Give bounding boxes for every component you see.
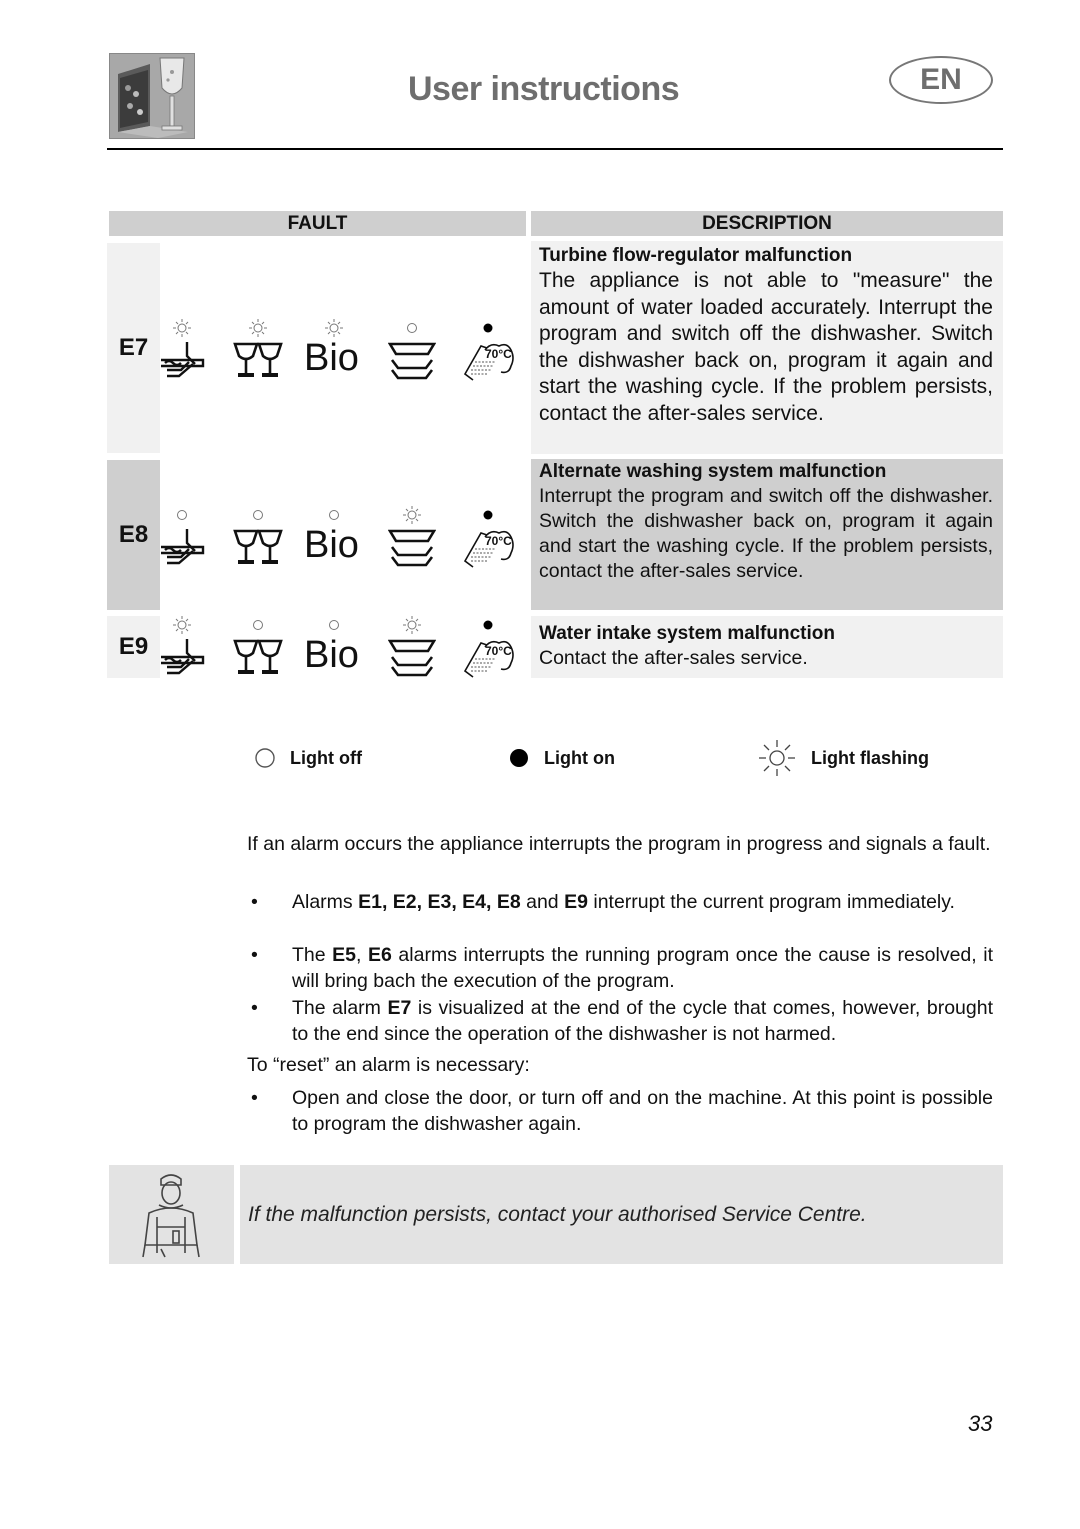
plates-symbol [387, 637, 437, 682]
sun-rays-icon [759, 740, 795, 776]
svg-text:70°C: 70°C [485, 347, 512, 361]
bullet-text: The alarm E7 is visualized at the end of… [292, 997, 993, 1045]
panel-icons-e8: Bio 70°C [160, 505, 528, 585]
light-flashing-icon [249, 319, 267, 337]
legend-label: Light flashing [811, 747, 929, 768]
alarm-bullet-1: • Alarms E1, E2, E3, E4, E8 and E9 inter… [247, 890, 993, 916]
fault-description-e9: Water intake system malfunction Contact … [531, 616, 1003, 678]
light-flashing-icon [403, 616, 421, 634]
bullet-text: The E5, E6 alarms interrupts the running… [292, 944, 993, 992]
light-on-icon [483, 510, 493, 520]
description-column-header: DESCRIPTION [531, 211, 1003, 236]
indicator-lamp [172, 615, 192, 635]
indicator-lamp [172, 505, 192, 525]
light-off-icon [407, 323, 417, 333]
indicator-lamp [478, 615, 498, 635]
technician-icon [109, 1165, 234, 1264]
legend-label: Light off [290, 747, 362, 768]
indicator-lamp [248, 615, 268, 635]
page-title: User instructions [408, 70, 680, 108]
bullet-text: Alarms E1, E2, E3, E4, E8 and E9 interru… [292, 891, 955, 913]
fault-description-e7: Turbine flow-regulator malfunction The a… [531, 241, 1003, 454]
indicator-lamp [248, 505, 268, 525]
dishwasher-glass-logo-icon [109, 53, 195, 139]
header-divider [107, 148, 1003, 150]
legend-light-on: Light on [508, 745, 615, 771]
alarm-bullet-2: • The E5, E6 alarms interrupts the runni… [247, 943, 993, 994]
panel-icons-e9: Bio 70°C [160, 615, 528, 695]
indicator-lamp [478, 505, 498, 525]
intensive-70c-symbol: 70°C [461, 637, 515, 684]
fault-body: The appliance is not able to "measure" t… [539, 269, 993, 425]
page-number: 33 [968, 1411, 993, 1436]
fault-title: Alternate washing system malfunction [539, 461, 887, 482]
intensive-70c-symbol: 70°C [461, 527, 515, 574]
svg-text:70°C: 70°C [485, 534, 512, 548]
indicator-lamp [402, 505, 422, 525]
light-off-icon [253, 620, 263, 630]
light-off-icon [329, 510, 339, 520]
bullet-text: Open and close the door, or turn off and… [292, 1087, 993, 1135]
fault-title: Water intake system malfunction [539, 623, 835, 644]
indicator-lamp [324, 505, 344, 525]
service-note: If the malfunction persists, contact you… [240, 1165, 1003, 1264]
fault-code-e7: E7 [107, 243, 160, 453]
indicator-lamp [324, 318, 344, 338]
language-badge: EN [889, 56, 993, 104]
fault-code-e8: E8 [107, 460, 160, 610]
circle-filled-icon [510, 749, 528, 767]
intensive-70c-symbol: 70°C [461, 340, 515, 387]
light-off-icon [329, 620, 339, 630]
light-flashing-icon [325, 319, 343, 337]
service-note-text: If the malfunction persists, contact you… [248, 1202, 867, 1226]
fault-description-e8: Alternate washing system malfunction Int… [531, 459, 1003, 610]
half-load-symbol [159, 340, 205, 387]
indicator-lamp [478, 318, 498, 338]
legend-label: Light on [544, 747, 615, 768]
plates-symbol [387, 527, 437, 572]
indicator-lamp [248, 318, 268, 338]
alarm-intro-paragraph: If an alarm occurs the appliance interru… [247, 833, 991, 855]
panel-icons-e7: Bio 70°C [160, 318, 528, 398]
light-off-icon [253, 510, 263, 520]
light-flashing-icon [173, 319, 191, 337]
svg-text:70°C: 70°C [485, 644, 512, 658]
reset-intro: To “reset” an alarm is necessary: [247, 1054, 530, 1076]
half-load-symbol [159, 637, 205, 684]
light-flashing-icon [403, 506, 421, 524]
fault-column-header: FAULT [109, 211, 526, 236]
glasses-symbol [233, 637, 283, 682]
reset-bullet-1: • Open and close the door, or turn off a… [247, 1086, 993, 1137]
legend-light-flashing: Light flashing [757, 740, 929, 776]
light-off-icon [177, 510, 187, 520]
plates-symbol [387, 340, 437, 385]
indicator-lamp [324, 615, 344, 635]
glasses-symbol [233, 340, 283, 385]
light-on-icon [483, 620, 493, 630]
light-on-icon [483, 323, 493, 333]
legend-light-off: Light off [254, 745, 362, 771]
indicator-lamp [402, 318, 422, 338]
circle-outline-icon [255, 748, 275, 768]
fault-code-e9: E9 [107, 616, 160, 678]
bio-symbol: Bio [304, 337, 359, 379]
indicator-lamp [172, 318, 192, 338]
fault-body: Interrupt the program and switch off the… [539, 485, 993, 582]
bio-symbol: Bio [304, 634, 359, 676]
bio-symbol: Bio [304, 524, 359, 566]
fault-body: Contact the after-sales service. [539, 647, 808, 669]
indicator-lamp [402, 615, 422, 635]
half-load-symbol [159, 527, 205, 574]
light-flashing-icon [173, 616, 191, 634]
alarm-bullet-3: • The alarm E7 is visualized at the end … [247, 996, 993, 1047]
glasses-symbol [233, 527, 283, 572]
fault-title: Turbine flow-regulator malfunction [539, 245, 853, 266]
